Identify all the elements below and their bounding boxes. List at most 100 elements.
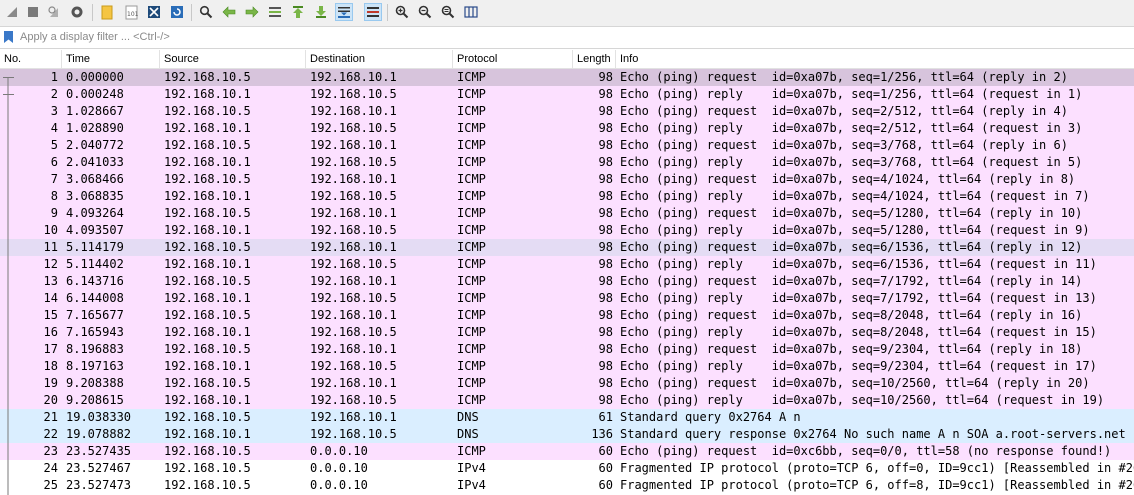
packet-row[interactable]: 25 23.527473 192.168.10.5 0.0.0.10 IPv4 60 Fra…	[0, 477, 1134, 494]
cell-destination: 192.168.10.5	[310, 393, 397, 407]
normal-size-icon[interactable]	[439, 3, 457, 21]
cell-time: 19.038330	[66, 410, 132, 424]
packet-row[interactable]: 16 7.165943 192.168.10.1 192.168.10.5 ICMP 98…	[0, 324, 1134, 341]
resize-columns-icon[interactable]	[462, 3, 480, 21]
cell-info: Echo (ping) reply id=0xa07b, seq=10/2560…	[620, 393, 1105, 407]
cell-time: 9.208388	[66, 376, 124, 390]
cell-source: 192.168.10.1	[164, 291, 251, 305]
packet-row[interactable]: 5 2.040772 192.168.10.5 192.168.10.1 ICMP 98 E…	[0, 137, 1134, 154]
packet-row[interactable]: 6 2.041033 192.168.10.1 192.168.10.5 ICMP 98 E…	[0, 154, 1134, 171]
related-packets-indicator	[3, 77, 14, 495]
packet-row[interactable]: 8 3.068835 192.168.10.1 192.168.10.5 ICMP 98 E…	[0, 188, 1134, 205]
svg-text:101: 101	[127, 11, 138, 18]
cell-source: 192.168.10.1	[164, 257, 251, 271]
cell-source: 192.168.10.5	[164, 308, 251, 322]
column-header-source[interactable]: Source	[160, 50, 306, 68]
cell-destination: 192.168.10.1	[310, 342, 397, 356]
packet-row[interactable]: 13 6.143716 192.168.10.5 192.168.10.1 ICMP 98…	[0, 273, 1134, 290]
go-last-icon[interactable]	[312, 3, 330, 21]
cell-length: 98	[598, 189, 613, 203]
packet-row[interactable]: 22 19.078882 192.168.10.1 192.168.10.5 DNS 13…	[0, 426, 1134, 443]
cell-source: 192.168.10.5	[164, 461, 251, 475]
display-filter-input[interactable]	[18, 28, 1132, 46]
cell-time: 5.114179	[66, 240, 124, 254]
go-to-packet-icon[interactable]	[266, 3, 284, 21]
cell-length: 136	[591, 427, 613, 441]
cell-info: Echo (ping) request id=0xa07b, seq=5/128…	[620, 206, 1083, 220]
packet-row[interactable]: 3 1.028667 192.168.10.5 192.168.10.1 ICMP 98 E…	[0, 103, 1134, 120]
cell-info: Echo (ping) request id=0xa07b, seq=7/179…	[620, 274, 1083, 288]
zoom-in-icon[interactable]	[393, 3, 411, 21]
cell-source: 192.168.10.5	[164, 172, 251, 186]
cell-time: 3.068835	[66, 189, 124, 203]
column-header-time[interactable]: Time	[62, 50, 160, 68]
column-header-destination[interactable]: Destination	[306, 50, 453, 68]
stop-capture-icon[interactable]	[24, 3, 42, 21]
packet-row[interactable]: 21 19.038330 192.168.10.5 192.168.10.1 DNS 61…	[0, 409, 1134, 426]
column-header-info[interactable]: Info	[616, 50, 1134, 68]
packet-row[interactable]: 4 1.028890 192.168.10.1 192.168.10.5 ICMP 98 E…	[0, 120, 1134, 137]
cell-info: Echo (ping) request id=0xc6bb, seq=0/0, …	[620, 444, 1112, 458]
cell-source: 192.168.10.1	[164, 325, 251, 339]
column-header-protocol[interactable]: Protocol	[453, 50, 573, 68]
main-toolbar: 101	[0, 0, 1134, 27]
cell-info: Echo (ping) reply id=0xa07b, seq=5/1280,…	[620, 223, 1090, 237]
reload-icon[interactable]	[168, 3, 186, 21]
cell-info: Echo (ping) request id=0xa07b, seq=8/204…	[620, 308, 1083, 322]
packet-row[interactable]: 20 9.208615 192.168.10.1 192.168.10.5 ICMP 98…	[0, 392, 1134, 409]
capture-options-icon[interactable]	[68, 3, 86, 21]
cell-time: 3.068466	[66, 172, 124, 186]
open-file-icon[interactable]	[98, 3, 116, 21]
packet-row[interactable]: 23 23.527435 192.168.10.5 0.0.0.10 ICMP 60 Ech…	[0, 443, 1134, 460]
packet-row[interactable]: 17 8.196883 192.168.10.5 192.168.10.1 ICMP 98…	[0, 341, 1134, 358]
cell-destination: 192.168.10.5	[310, 189, 397, 203]
packet-list-header: No. Time Source Destination Protocol Len…	[0, 50, 1134, 69]
packet-row[interactable]: 15 7.165677 192.168.10.5 192.168.10.1 ICMP 98…	[0, 307, 1134, 324]
packet-row[interactable]: 7 3.068466 192.168.10.5 192.168.10.1 ICMP 98 E…	[0, 171, 1134, 188]
autoscroll-icon[interactable]	[335, 3, 353, 21]
cell-protocol: ICMP	[457, 104, 486, 118]
packet-row[interactable]: 12 5.114402 192.168.10.1 192.168.10.5 ICMP 98…	[0, 256, 1134, 273]
column-header-no[interactable]: No.	[0, 50, 62, 68]
cell-protocol: ICMP	[457, 172, 486, 186]
bookmark-filter-icon[interactable]	[3, 30, 14, 44]
column-header-length[interactable]: Length	[573, 50, 616, 68]
cell-protocol: ICMP	[457, 325, 486, 339]
go-first-icon[interactable]	[289, 3, 307, 21]
cell-protocol: ICMP	[457, 155, 486, 169]
go-forward-icon[interactable]	[243, 3, 261, 21]
packet-row[interactable]: 18 8.197163 192.168.10.1 192.168.10.5 ICMP 98…	[0, 358, 1134, 375]
cell-protocol: ICMP	[457, 359, 486, 373]
packet-row[interactable]: 19 9.208388 192.168.10.5 192.168.10.1 ICMP 98…	[0, 375, 1134, 392]
cell-time: 8.197163	[66, 359, 124, 373]
close-file-icon[interactable]	[145, 3, 163, 21]
cell-info: Echo (ping) reply id=0xa07b, seq=7/1792,…	[620, 291, 1097, 305]
cell-destination: 0.0.0.10	[310, 444, 368, 458]
restart-capture-icon[interactable]	[45, 3, 63, 21]
shark-fin-start-icon[interactable]	[3, 3, 21, 21]
packet-row[interactable]: 2 0.000248 192.168.10.1 192.168.10.5 ICMP 98 E…	[0, 86, 1134, 103]
cell-destination: 192.168.10.5	[310, 121, 397, 135]
packet-row[interactable]: 14 6.144008 192.168.10.1 192.168.10.5 ICMP 98…	[0, 290, 1134, 307]
packet-row[interactable]: 10 4.093507 192.168.10.1 192.168.10.5 ICMP 98…	[0, 222, 1134, 239]
go-back-icon[interactable]	[220, 3, 238, 21]
cell-protocol: ICMP	[457, 223, 486, 237]
cell-source: 192.168.10.5	[164, 274, 251, 288]
cell-length: 98	[598, 291, 613, 305]
cell-source: 192.168.10.1	[164, 87, 251, 101]
packet-row[interactable]: 9 4.093264 192.168.10.5 192.168.10.1 ICMP 98 E…	[0, 205, 1134, 222]
save-file-icon[interactable]: 101	[122, 3, 140, 21]
cell-length: 98	[598, 325, 613, 339]
cell-length: 98	[598, 342, 613, 356]
cell-length: 98	[598, 393, 613, 407]
cell-length: 98	[598, 104, 613, 118]
packet-row[interactable]: 11 5.114179 192.168.10.5 192.168.10.1 ICMP 98…	[0, 239, 1134, 256]
colorize-icon[interactable]	[364, 3, 382, 21]
cell-destination: 192.168.10.5	[310, 257, 397, 271]
packet-row[interactable]: 1 0.000000 192.168.10.5 192.168.10.1 ICMP 98 E…	[0, 69, 1134, 86]
packet-row[interactable]: 24 23.527467 192.168.10.5 0.0.0.10 IPv4 60 Fra…	[0, 460, 1134, 477]
cell-destination: 192.168.10.1	[310, 172, 397, 186]
find-packet-icon[interactable]	[197, 3, 215, 21]
cell-length: 98	[598, 308, 613, 322]
zoom-out-icon[interactable]	[416, 3, 434, 21]
